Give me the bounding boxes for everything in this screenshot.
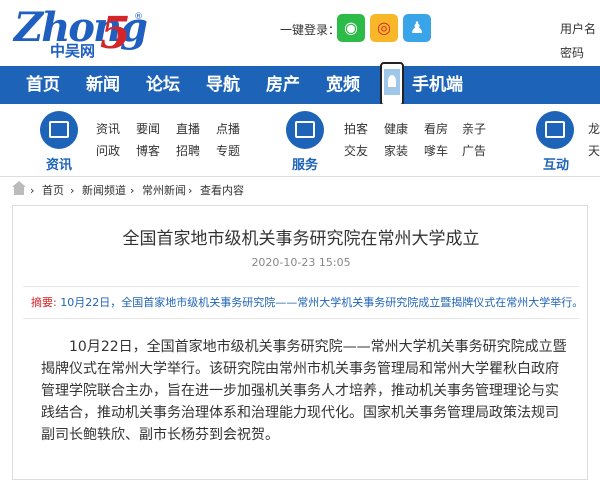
nav-item-news[interactable]: 新闻 [86, 66, 120, 104]
chat-bubble-icon[interactable] [536, 111, 574, 149]
news-book-icon[interactable] [40, 111, 78, 149]
article-body: 10月22日，全国首家地市级机关事务研究院——常州大学机关事务研究院成立暨揭牌仪… [41, 336, 571, 446]
service-link[interactable]: 健康 [384, 120, 408, 137]
article-box: 全国首家地市级机关事务研究院在常州大学成立 2020-10-23 15:05 摘… [12, 205, 588, 480]
nav-item-home[interactable]: 首页 [26, 66, 60, 104]
nav-item-mobile[interactable]: 手机端 [412, 66, 463, 104]
service-link[interactable]: 天 [588, 142, 600, 159]
breadcrumb-separator: › [188, 184, 193, 197]
username-label: 用户名 [560, 22, 597, 36]
article-summary: 摘要: 10月22日，全国首家地市级机关事务研究院——常州大学机关事务研究院成立… [31, 294, 583, 310]
breadcrumb: › 首页 › 新闻频道 › 常州新闻 › 查看内容 [0, 177, 600, 205]
service-grid-icon[interactable] [286, 111, 324, 149]
service-link[interactable]: 直播 [176, 120, 200, 137]
nav-item-forum[interactable]: 论坛 [146, 66, 180, 104]
qq-icon[interactable]: ♟ [403, 14, 431, 42]
summary-label: 摘要: [31, 296, 57, 309]
logo-five: 5 [100, 8, 131, 59]
service-link[interactable]: 点播 [216, 120, 240, 137]
breadcrumb-separator: › [70, 184, 75, 197]
service-label-news[interactable]: 资讯 [46, 154, 72, 173]
wechat-icon[interactable]: ◉ [337, 14, 365, 42]
service-link[interactable]: 招聘 [176, 142, 200, 159]
weibo-icon[interactable]: ◎ [370, 14, 398, 42]
nav-item-property[interactable]: 房产 [266, 66, 300, 104]
service-link[interactable]: 交友 [344, 142, 368, 159]
service-link[interactable]: 博客 [136, 142, 160, 159]
service-link[interactable]: 问政 [96, 142, 120, 159]
password-label: 密码 [560, 46, 585, 60]
one-click-login-label: 一键登录： [280, 23, 341, 37]
service-link[interactable]: 亲子 [462, 120, 486, 137]
home-icon[interactable] [12, 181, 26, 195]
service-link[interactable]: 专题 [216, 142, 240, 159]
service-link[interactable]: 看房 [424, 120, 448, 137]
site-header: Zhong 5 ® 中吴网 一键登录： ◉ ◎ ♟ 用户名 密码 [0, 0, 600, 66]
nav-item-guide[interactable]: 导航 [206, 66, 240, 104]
divider [23, 286, 579, 287]
service-strip: 资讯 资讯 要闻 直播 点播 问政 博客 招聘 专题 服务 拍客 健康 看房 亲… [0, 104, 600, 177]
service-label-service[interactable]: 服务 [292, 154, 318, 173]
service-link[interactable]: 广告 [462, 142, 486, 159]
article-date: 2020-10-23 15:05 [251, 256, 351, 269]
service-label-interact[interactable]: 互动 [543, 154, 569, 173]
summary-text[interactable]: 10月22日，全国首家地市级机关事务研究院——常州大学机关事务研究院成立暨揭牌仪… [60, 296, 583, 309]
article-paragraph: 10月22日，全国首家地市级机关事务研究院——常州大学机关事务研究院成立暨揭牌仪… [41, 339, 567, 443]
article-title: 全国首家地市级机关事务研究院在常州大学成立 [122, 229, 480, 249]
logo-registered: ® [134, 12, 143, 22]
breadcrumb-item-changzhou-news[interactable]: 常州新闻 [142, 177, 186, 205]
service-link[interactable]: 资讯 [96, 120, 120, 137]
logo-chinese: 中吴网 [50, 42, 96, 60]
service-link[interactable]: 拍客 [344, 120, 368, 137]
service-link[interactable]: 嗲车 [424, 142, 448, 159]
main-nav: 首页 新闻 论坛 导航 房产 宽频 手机端 [0, 66, 600, 104]
service-link[interactable]: 龙 [588, 120, 600, 137]
service-link[interactable]: 要闻 [136, 120, 160, 137]
breadcrumb-separator: › [130, 184, 135, 197]
breadcrumb-item-home[interactable]: 首页 [42, 177, 64, 205]
site-logo[interactable]: Zhong 5 ® 中吴网 [14, 6, 148, 62]
mobile-phone-icon[interactable] [380, 62, 404, 106]
breadcrumb-separator: › [30, 184, 35, 197]
breadcrumb-item-view-content: 查看内容 [200, 184, 244, 197]
service-link[interactable]: 家装 [384, 142, 408, 159]
breadcrumb-item-news-channel[interactable]: 新闻频道 [82, 177, 126, 205]
divider [23, 318, 579, 319]
nav-item-broadband[interactable]: 宽频 [326, 66, 360, 104]
